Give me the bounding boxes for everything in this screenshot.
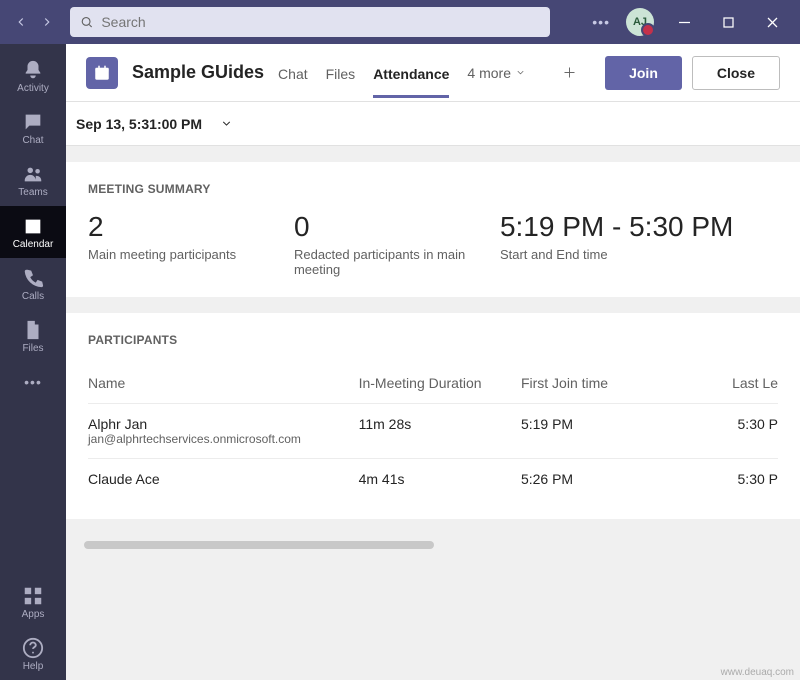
window-maximize-button[interactable]: [708, 7, 748, 37]
participant-last-leave: 5:30 P: [710, 471, 778, 487]
table-row: Claude Ace 4m 41s 5:26 PM 5:30 P: [88, 458, 778, 499]
table-row: Alphr Jan jan@alphrtechservices.onmicros…: [88, 403, 778, 458]
content: Sample GUides Chat Files Attendance 4 mo…: [66, 44, 800, 680]
bell-icon: [22, 59, 44, 81]
add-tab-button[interactable]: [554, 58, 584, 88]
participants-table: Name In-Meeting Duration First Join time…: [88, 363, 778, 499]
search-input[interactable]: [101, 14, 540, 30]
participant-duration: 11m 28s: [359, 416, 521, 446]
summary-value: 0: [294, 212, 500, 243]
sidebar-label: Files: [22, 343, 43, 354]
sidebar-label: Activity: [17, 83, 49, 94]
participant-email: jan@alphrtechservices.onmicrosoft.com: [88, 432, 359, 446]
col-last-leave-header: Last Le: [710, 375, 778, 391]
sidebar-item-teams[interactable]: Teams: [0, 154, 66, 206]
avatar[interactable]: AJ: [626, 8, 654, 36]
summary-heading: MEETING SUMMARY: [88, 182, 778, 196]
sidebar-item-calendar[interactable]: Calendar: [0, 206, 66, 258]
sidebar-label: Help: [23, 661, 44, 672]
summary-caption: Start and End time: [500, 247, 778, 262]
participants-card: PARTICIPANTS Name In-Meeting Duration Fi…: [66, 313, 800, 519]
sidebar-item-calls[interactable]: Calls: [0, 258, 66, 310]
meeting-type-icon: [86, 57, 118, 89]
calendar-icon: [93, 64, 111, 82]
watermark: www.deuaq.com: [721, 667, 794, 678]
participant-name: Claude Ace: [88, 471, 359, 487]
participant-last-leave: 5:30 P: [710, 416, 778, 446]
chevron-down-icon: [220, 117, 233, 130]
col-first-join-header: First Join time: [521, 375, 710, 391]
sidebar-label: Chat: [22, 135, 43, 146]
more-tabs-dropdown[interactable]: 4 more: [467, 65, 526, 81]
summary-redacted: 0 Redacted participants in main meeting: [294, 212, 500, 277]
file-icon: [22, 319, 44, 341]
timestamp-selector[interactable]: Sep 13, 5:31:00 PM: [66, 102, 800, 146]
table-header: Name In-Meeting Duration First Join time…: [88, 363, 778, 403]
sidebar-more-button[interactable]: •••: [24, 362, 42, 402]
col-name-header: Name: [88, 375, 359, 391]
meeting-summary-card: MEETING SUMMARY 2 Main meeting participa…: [66, 162, 800, 297]
apps-icon: [22, 585, 44, 607]
tab-attendance[interactable]: Attendance: [373, 48, 449, 98]
sidebar-item-files[interactable]: Files: [0, 310, 66, 362]
summary-value: 5:19 PM - 5:30 PM: [500, 212, 778, 243]
timestamp-label: Sep 13, 5:31:00 PM: [76, 116, 202, 132]
participant-first-join: 5:26 PM: [521, 471, 710, 487]
help-icon: [22, 637, 44, 659]
sidebar-label: Teams: [18, 187, 47, 198]
participants-heading: PARTICIPANTS: [88, 333, 778, 347]
search-box[interactable]: [70, 7, 550, 37]
nav-forward-button[interactable]: [34, 9, 60, 35]
summary-caption: Redacted participants in main meeting: [294, 247, 500, 277]
titlebar: ••• AJ: [0, 0, 800, 44]
sidebar-label: Apps: [22, 609, 45, 620]
meeting-title: Sample GUides: [132, 62, 264, 83]
summary-caption: Main meeting participants: [88, 247, 294, 262]
participant-first-join: 5:19 PM: [521, 416, 710, 446]
summary-time-range: 5:19 PM - 5:30 PM Start and End time: [500, 212, 778, 277]
teams-icon: [22, 163, 44, 185]
close-button[interactable]: Close: [692, 56, 780, 90]
meeting-header: Sample GUides Chat Files Attendance 4 mo…: [66, 44, 800, 102]
participant-name: Alphr Jan: [88, 416, 359, 432]
tab-chat[interactable]: Chat: [278, 48, 308, 98]
sidebar-label: Calls: [22, 291, 44, 302]
chevron-down-icon: [515, 67, 526, 78]
nav-back-button[interactable]: [8, 9, 34, 35]
sidebar-item-activity[interactable]: Activity: [0, 50, 66, 102]
phone-icon: [22, 267, 44, 289]
summary-participants: 2 Main meeting participants: [88, 212, 294, 277]
sidebar-item-chat[interactable]: Chat: [0, 102, 66, 154]
sidebar-item-help[interactable]: Help: [0, 628, 66, 680]
calendar-icon: [22, 215, 44, 237]
summary-value: 2: [88, 212, 294, 243]
sidebar: Activity Chat Teams Calendar Calls Files…: [0, 44, 66, 680]
sidebar-label: Calendar: [13, 239, 54, 250]
col-duration-header: In-Meeting Duration: [359, 375, 521, 391]
settings-ellipsis-button[interactable]: •••: [584, 10, 618, 34]
horizontal-scrollbar[interactable]: [84, 541, 434, 549]
chat-icon: [22, 111, 44, 133]
window-close-button[interactable]: [752, 7, 792, 37]
search-icon: [80, 15, 93, 29]
sidebar-item-apps[interactable]: Apps: [0, 576, 66, 628]
tab-files[interactable]: Files: [326, 48, 356, 98]
window-minimize-button[interactable]: [664, 7, 704, 37]
more-tabs-label: 4 more: [467, 65, 511, 81]
join-button[interactable]: Join: [605, 56, 682, 90]
participant-duration: 4m 41s: [359, 471, 521, 487]
